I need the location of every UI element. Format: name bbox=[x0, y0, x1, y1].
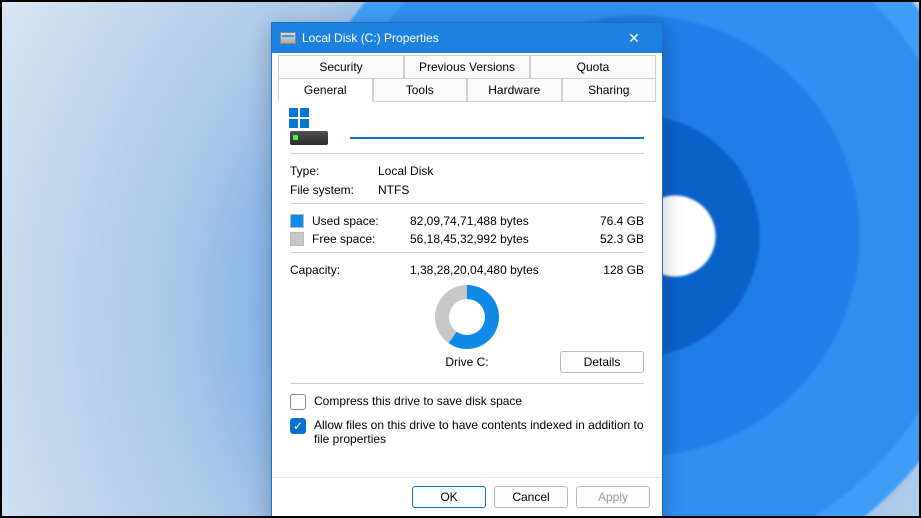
index-checkbox-row[interactable]: ✓ Allow files on this drive to have cont… bbox=[290, 418, 644, 446]
titlebar[interactable]: Local Disk (C:) Properties ✕ bbox=[272, 23, 662, 53]
tab-general[interactable]: General bbox=[278, 78, 373, 102]
dialog-footer: OK Cancel Apply bbox=[272, 477, 662, 516]
tab-previous-versions[interactable]: Previous Versions bbox=[404, 55, 530, 79]
details-button[interactable]: Details bbox=[560, 351, 644, 373]
ok-button[interactable]: OK bbox=[412, 486, 486, 508]
capacity-bytes: 1,38,28,20,04,480 bytes bbox=[410, 263, 580, 277]
tab-sharing[interactable]: Sharing bbox=[562, 78, 657, 102]
apply-button[interactable]: Apply bbox=[576, 486, 650, 508]
tab-hardware[interactable]: Hardware bbox=[467, 78, 562, 102]
capacity-gb: 128 GB bbox=[580, 263, 644, 277]
compress-checkbox[interactable] bbox=[290, 394, 306, 410]
close-button[interactable]: ✕ bbox=[614, 23, 654, 53]
drive-name-input[interactable] bbox=[350, 117, 644, 139]
cancel-button[interactable]: Cancel bbox=[494, 486, 568, 508]
usage-donut-chart bbox=[435, 285, 499, 349]
used-bytes: 82,09,74,71,488 bytes bbox=[410, 214, 580, 228]
compress-checkbox-row[interactable]: Compress this drive to save disk space bbox=[290, 394, 644, 410]
tab-strip: Security Previous Versions Quota General… bbox=[272, 53, 662, 101]
capacity-label: Capacity: bbox=[290, 263, 410, 277]
free-gb: 52.3 GB bbox=[580, 232, 644, 246]
desktop-wallpaper: Local Disk (C:) Properties ✕ Security Pr… bbox=[2, 2, 919, 516]
divider bbox=[290, 203, 644, 204]
used-swatch bbox=[290, 214, 304, 228]
type-value: Local Disk bbox=[378, 164, 433, 178]
used-gb: 76.4 GB bbox=[580, 214, 644, 228]
drive-large-icon bbox=[290, 111, 328, 145]
fs-label: File system: bbox=[290, 183, 378, 197]
tab-quota[interactable]: Quota bbox=[530, 55, 656, 79]
free-swatch bbox=[290, 232, 304, 246]
index-checkbox[interactable]: ✓ bbox=[290, 418, 306, 434]
divider bbox=[290, 252, 644, 253]
type-label: Type: bbox=[290, 164, 378, 178]
drive-icon bbox=[280, 32, 296, 44]
properties-window: Local Disk (C:) Properties ✕ Security Pr… bbox=[271, 22, 663, 516]
compress-label: Compress this drive to save disk space bbox=[314, 394, 522, 408]
tab-tools[interactable]: Tools bbox=[373, 78, 468, 102]
window-title: Local Disk (C:) Properties bbox=[302, 31, 439, 45]
divider bbox=[290, 383, 644, 384]
used-label: Used space: bbox=[312, 214, 410, 228]
index-label: Allow files on this drive to have conten… bbox=[314, 418, 644, 446]
windows-icon bbox=[289, 108, 309, 128]
free-label: Free space: bbox=[312, 232, 410, 246]
free-bytes: 56,18,45,32,992 bytes bbox=[410, 232, 580, 246]
tab-body-general: Type:Local Disk File system:NTFS Used sp… bbox=[272, 101, 662, 477]
fs-value: NTFS bbox=[378, 183, 409, 197]
usage-chart-area: Drive C: Details bbox=[290, 285, 644, 377]
hard-drive-icon bbox=[290, 131, 328, 145]
divider bbox=[290, 153, 644, 154]
tab-security[interactable]: Security bbox=[278, 55, 404, 79]
